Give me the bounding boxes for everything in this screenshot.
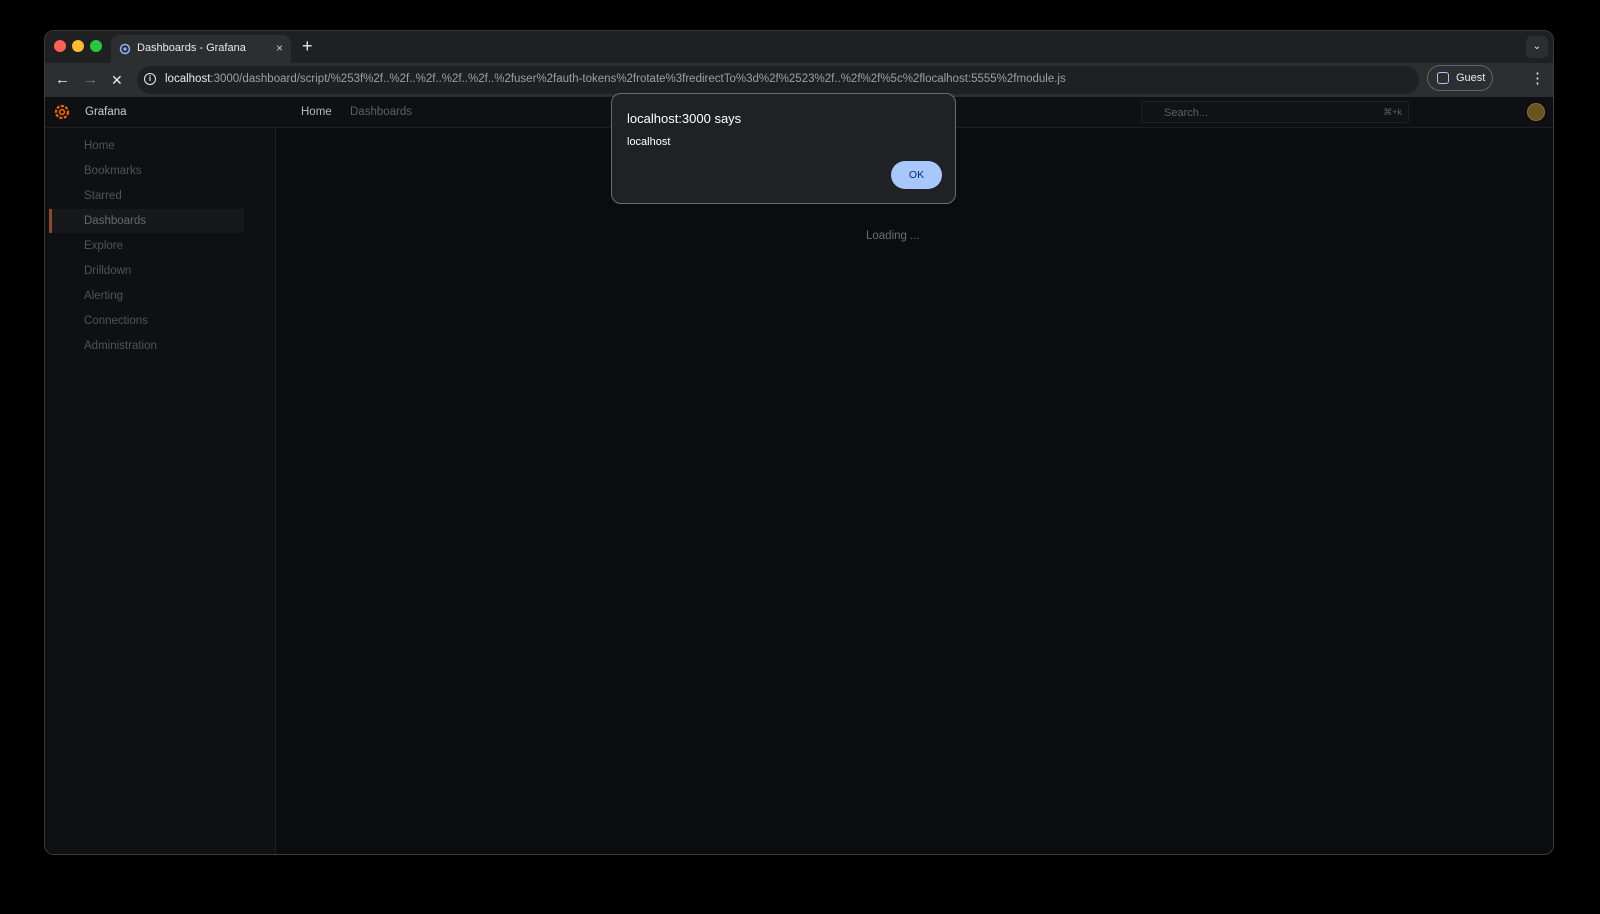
search-input[interactable]: Search... ⌘+k	[1141, 101, 1409, 123]
new-tab-button[interactable]: +	[302, 36, 313, 56]
sidebar-item-label: Explore	[84, 240, 123, 252]
sidebar-item-dashboards[interactable]: Dashboards	[49, 209, 244, 233]
grafana-favicon-icon	[119, 43, 131, 55]
brand-name: Grafana	[85, 106, 127, 118]
back-button[interactable]: ←	[55, 71, 70, 89]
sidebar-item-starred[interactable]: Starred	[49, 184, 244, 208]
sidebar-item-label: Connections	[84, 315, 148, 327]
guest-profile-icon	[1437, 72, 1449, 84]
forward-button[interactable]: →	[83, 71, 98, 89]
search-shortcut: ⌘+k	[1383, 107, 1402, 117]
search-placeholder: Search...	[1164, 107, 1209, 119]
sidebar-item-explore[interactable]: Explore	[49, 234, 244, 258]
profile-button[interactable]: Guest	[1427, 65, 1493, 91]
tab-close-icon[interactable]: ×	[276, 41, 283, 55]
sidebar-item-label: Home	[84, 140, 115, 152]
dialog-title: localhost:3000 says	[627, 111, 742, 126]
sidebar-item-label: Starred	[84, 190, 122, 202]
sidebar-item-label: Administration	[84, 340, 157, 352]
sidebar-item-label: Dashboards	[84, 215, 147, 227]
sidebar-item-label: Bookmarks	[84, 165, 142, 177]
window-close-button[interactable]	[54, 40, 66, 52]
window-minimize-button[interactable]	[72, 40, 84, 52]
browser-toolbar: ← → ✕ i localhost:3000/dashboard/script/…	[45, 63, 1553, 97]
tab-dashboards-grafana[interactable]: Dashboards - Grafana ×	[111, 35, 291, 63]
url-host: localhost	[165, 73, 211, 85]
sidebar-item-alerting[interactable]: Alerting	[49, 284, 244, 308]
site-info-icon[interactable]: i	[144, 73, 156, 85]
tab-title: Dashboards - Grafana	[137, 42, 246, 54]
sidebar-item-drilldown[interactable]: Drilldown	[49, 259, 244, 283]
dialog-message: localhost	[627, 136, 671, 148]
address-bar[interactable]: i localhost:3000/dashboard/script/%253f%…	[137, 66, 1419, 94]
sidebar-item-label: Alerting	[84, 290, 123, 302]
alert-dialog: localhost:3000 says localhost OK	[611, 93, 956, 204]
sidebar-item-connections[interactable]: Connections	[49, 309, 244, 333]
window-maximize-button[interactable]	[90, 40, 102, 52]
profile-label: Guest	[1456, 72, 1486, 84]
dialog-ok-button[interactable]: OK	[891, 161, 942, 189]
url-path: :3000/dashboard/script/%253f%2f..%2f..%2…	[210, 73, 1066, 85]
sidebar-item-administration[interactable]: Administration	[49, 334, 244, 358]
browser-menu-icon[interactable]: ⋮	[1530, 71, 1545, 87]
sidebar-nav: Home Bookmarks Starred Dashboards Explor…	[45, 128, 276, 854]
url-text[interactable]: localhost:3000/dashboard/script/%253f%2f…	[165, 73, 1066, 85]
sidebar-item-bookmarks[interactable]: Bookmarks	[49, 159, 244, 183]
user-avatar[interactable]	[1527, 103, 1545, 121]
breadcrumb-home[interactable]: Home	[301, 106, 332, 118]
grafana-app: Grafana Home Dashboards Search... ⌘+k Ho…	[45, 97, 1553, 854]
breadcrumb-dashboards: Dashboards	[350, 106, 413, 118]
sidebar-item-label: Drilldown	[84, 265, 132, 277]
stop-loading-button[interactable]: ✕	[111, 71, 123, 89]
tab-search-button[interactable]: ⌄	[1526, 36, 1548, 58]
grafana-logo-icon[interactable]	[54, 104, 70, 120]
sidebar-item-home[interactable]: Home	[49, 134, 244, 158]
tab-strip: Dashboards - Grafana × + ⌄	[45, 31, 1553, 63]
loading-indicator: Loading ...	[866, 230, 920, 242]
